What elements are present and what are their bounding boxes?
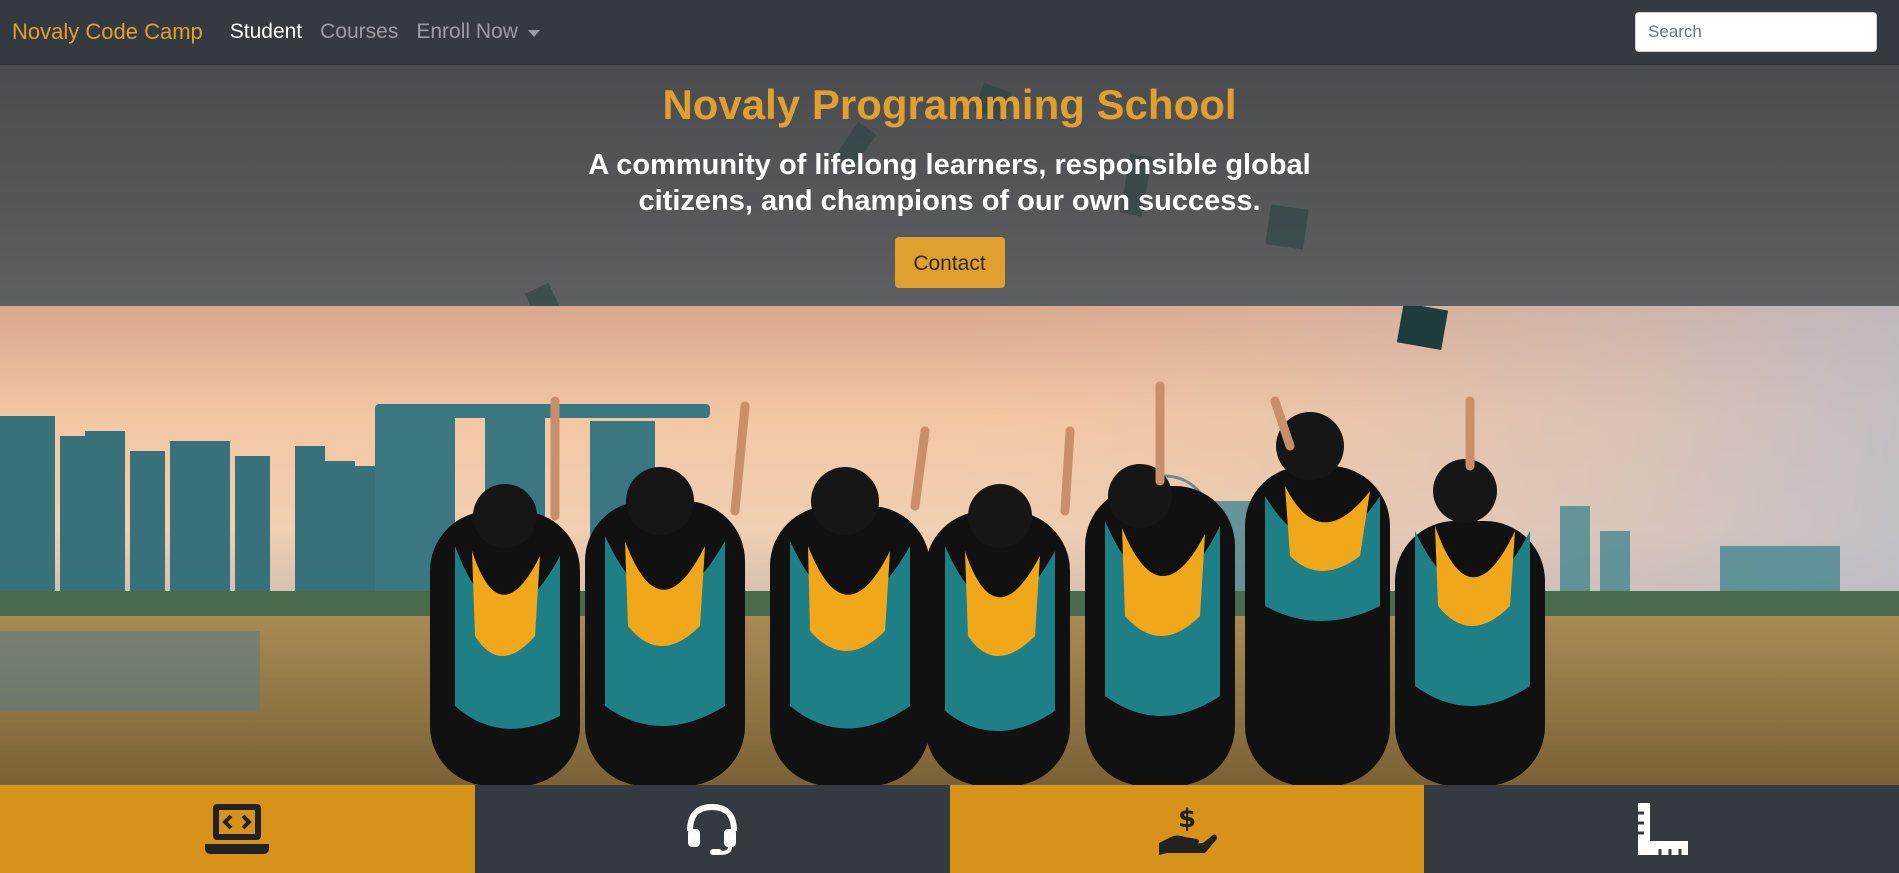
nav-links: Student Courses Enroll Now <box>230 20 558 44</box>
graduate-figure <box>925 484 1070 785</box>
decorative-cap-shape <box>524 282 562 306</box>
ruler-icon <box>1634 801 1690 857</box>
hero-banner: Novaly Programming School A community of… <box>0 65 1899 306</box>
graduate-figure <box>585 467 745 785</box>
hero-title: Novaly Programming School <box>662 81 1237 128</box>
feature-tile-coding[interactable] <box>0 785 475 873</box>
brand-link[interactable]: Novaly Code Camp <box>12 19 203 45</box>
feature-tile-measure[interactable] <box>1424 785 1899 873</box>
headset-icon <box>684 801 740 857</box>
graduate-figure <box>1085 464 1235 785</box>
feature-tile-support[interactable] <box>474 785 950 873</box>
feature-tile-finance[interactable]: $ <box>949 785 1425 873</box>
graduation-photo-illustration <box>0 306 1899 785</box>
nav-link-student[interactable]: Student <box>230 20 302 44</box>
contact-button[interactable]: Contact <box>894 237 1005 288</box>
hero-photo <box>0 306 1899 785</box>
caret-down-icon <box>527 29 540 37</box>
nav-dropdown-enroll-label: Enroll Now <box>416 20 518 43</box>
hero-subtitle: A community of lifelong learners, respon… <box>588 149 1311 217</box>
search-input[interactable] <box>1635 12 1877 52</box>
nav-link-courses[interactable]: Courses <box>320 20 398 44</box>
graduate-figure <box>430 484 580 785</box>
feature-bar: $ <box>0 785 1899 873</box>
laptop-code-icon <box>205 802 270 856</box>
navbar: Novaly Code Camp Student Courses Enroll … <box>0 0 1899 65</box>
hand-dollar-icon: $ <box>1157 801 1217 857</box>
svg-text:$: $ <box>1178 804 1196 834</box>
nav-dropdown-enroll[interactable]: Enroll Now <box>416 20 540 44</box>
